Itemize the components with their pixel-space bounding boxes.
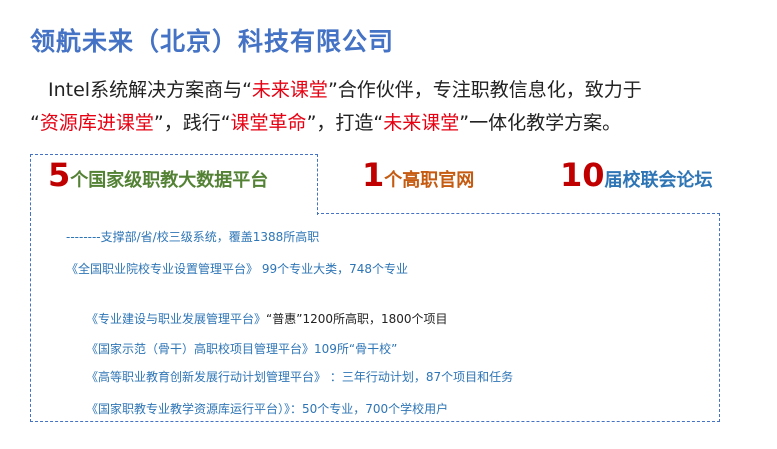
item-text: 《专业建设与职业发展管理平台》: [86, 312, 267, 326]
stat-label: 届校联会论坛: [604, 170, 713, 191]
item-detail: “普惠”1200所高职，1800个项目: [266, 312, 448, 326]
intro-text: “: [30, 112, 40, 134]
company-title: 领航未来（北京）科技有限公司: [30, 27, 395, 56]
item-detail: ：三年行动计划，87个项目和任务: [326, 370, 514, 384]
stat-label: 个高职官网: [384, 170, 475, 191]
intro-paragraph: Intel系统解决方案商与“未来课堂”合作伙伴，专注职教信息化，致力于 “资源库…: [18, 74, 758, 140]
item-detail: 99个专业大类，748个专业: [258, 262, 409, 276]
intro-text: ”合作伙伴，专注职教信息化，致力于: [327, 79, 642, 101]
list-item: 《国家示范（骨干）高职校项目管理平台》109所“骨干校”: [86, 340, 397, 357]
intro-highlight: 未来课堂: [251, 79, 328, 101]
stat-platforms[interactable]: 5个国家级职教大数据平台: [48, 156, 268, 194]
stat-number: 5: [48, 156, 71, 194]
item-text: 《国家职教专业教学资源库运行平台）》：50个专业，700个学校用户: [86, 402, 449, 416]
stat-number: 1: [362, 156, 385, 194]
stat-number: 10: [560, 156, 605, 194]
intro-text: ”一体化教学方案。: [459, 112, 622, 134]
intro-line-1: Intel系统解决方案商与“未来课堂”合作伙伴，专注职教信息化，致力于: [18, 74, 758, 107]
stat-label: 个国家级职教大数据平台: [70, 170, 269, 191]
intro-text: ”，践行“: [153, 112, 231, 134]
intro-highlight: 资源库进课堂: [39, 112, 154, 134]
item-text: --------支撑部/省/校三级系统，覆盖1388所高职: [66, 230, 320, 244]
stat-official-site[interactable]: 1个高职官网: [362, 156, 474, 194]
stats-tab-panel: 5个国家级职教大数据平台 1个高职官网 10届校联会论坛 --------支撑部…: [30, 154, 720, 424]
intro-highlight: 未来课堂: [383, 112, 460, 134]
item-text: 《国家示范（骨干）高职校项目管理平台》109所“骨干校”: [86, 342, 398, 356]
list-item: 《高等职业教育创新发展行动计划管理平台》 ：三年行动计划，87个项目和任务: [86, 368, 513, 385]
intro-text: ”，打造“: [306, 112, 384, 134]
list-item: 《国家职教专业教学资源库运行平台）》：50个专业，700个学校用户: [86, 400, 448, 417]
item-text: 《高等职业教育创新发展行动计划管理平台》: [86, 370, 327, 384]
item-text: 《全国职业院校专业设置管理平台》: [66, 262, 259, 276]
intro-line-2: “资源库进课堂”，践行“课堂革命”，打造“未来课堂”一体化教学方案。: [18, 107, 758, 140]
list-item: 《专业建设与职业发展管理平台》“普惠”1200所高职，1800个项目: [86, 310, 448, 327]
list-item: --------支撑部/省/校三级系统，覆盖1388所高职: [66, 228, 319, 245]
stat-forums[interactable]: 10届校联会论坛: [560, 156, 713, 194]
list-item: 《全国职业院校专业设置管理平台》 99个专业大类，748个专业: [66, 260, 408, 277]
intro-highlight: 课堂革命: [230, 112, 307, 134]
intro-text: Intel系统解决方案商与“: [48, 79, 252, 101]
